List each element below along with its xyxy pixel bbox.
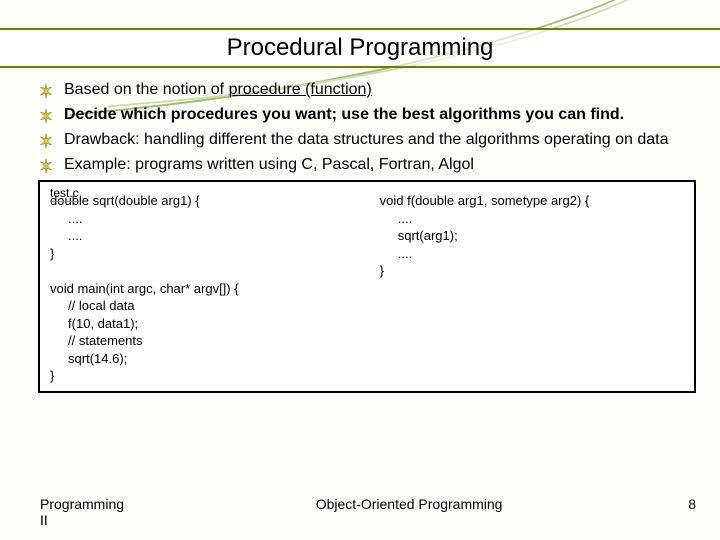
footer-left: Programming II <box>40 496 130 528</box>
star-icon <box>38 133 56 151</box>
bullet-text: Drawback: handling different the data st… <box>64 130 696 151</box>
code-example-box: test.c double sqrt(double arg1) { .... .… <box>38 180 696 393</box>
star-icon <box>38 83 56 101</box>
code-column-left: double sqrt(double arg1) { .... .... } v… <box>50 188 380 385</box>
bullet-item: Based on the notion of procedure (functi… <box>38 80 696 101</box>
slide-title: Procedural Programming <box>0 30 720 66</box>
code-column-right: void f(double arg1, sometype arg2) { ...… <box>380 188 684 385</box>
title-bar: Procedural Programming <box>0 28 720 68</box>
footer-page-number: 8 <box>688 496 696 512</box>
slide-footer: Programming II Object-Oriented Programmi… <box>40 496 696 528</box>
footer-center: Object-Oriented Programming <box>130 496 688 512</box>
bullet-item: Example: programs written using C, Pasca… <box>38 155 696 176</box>
star-icon <box>38 158 56 176</box>
slide-content: Based on the notion of procedure (functi… <box>38 80 696 393</box>
bullet-item: Decide which procedures you want; use th… <box>38 105 696 126</box>
bullet-text: Based on the notion of procedure (functi… <box>64 80 696 101</box>
code-box-label: test.c <box>50 185 79 202</box>
bullet-text: Example: programs written using C, Pasca… <box>64 155 696 176</box>
star-icon <box>38 108 56 126</box>
bullet-text: Decide which procedures you want; use th… <box>64 105 696 126</box>
bullet-item: Drawback: handling different the data st… <box>38 130 696 151</box>
